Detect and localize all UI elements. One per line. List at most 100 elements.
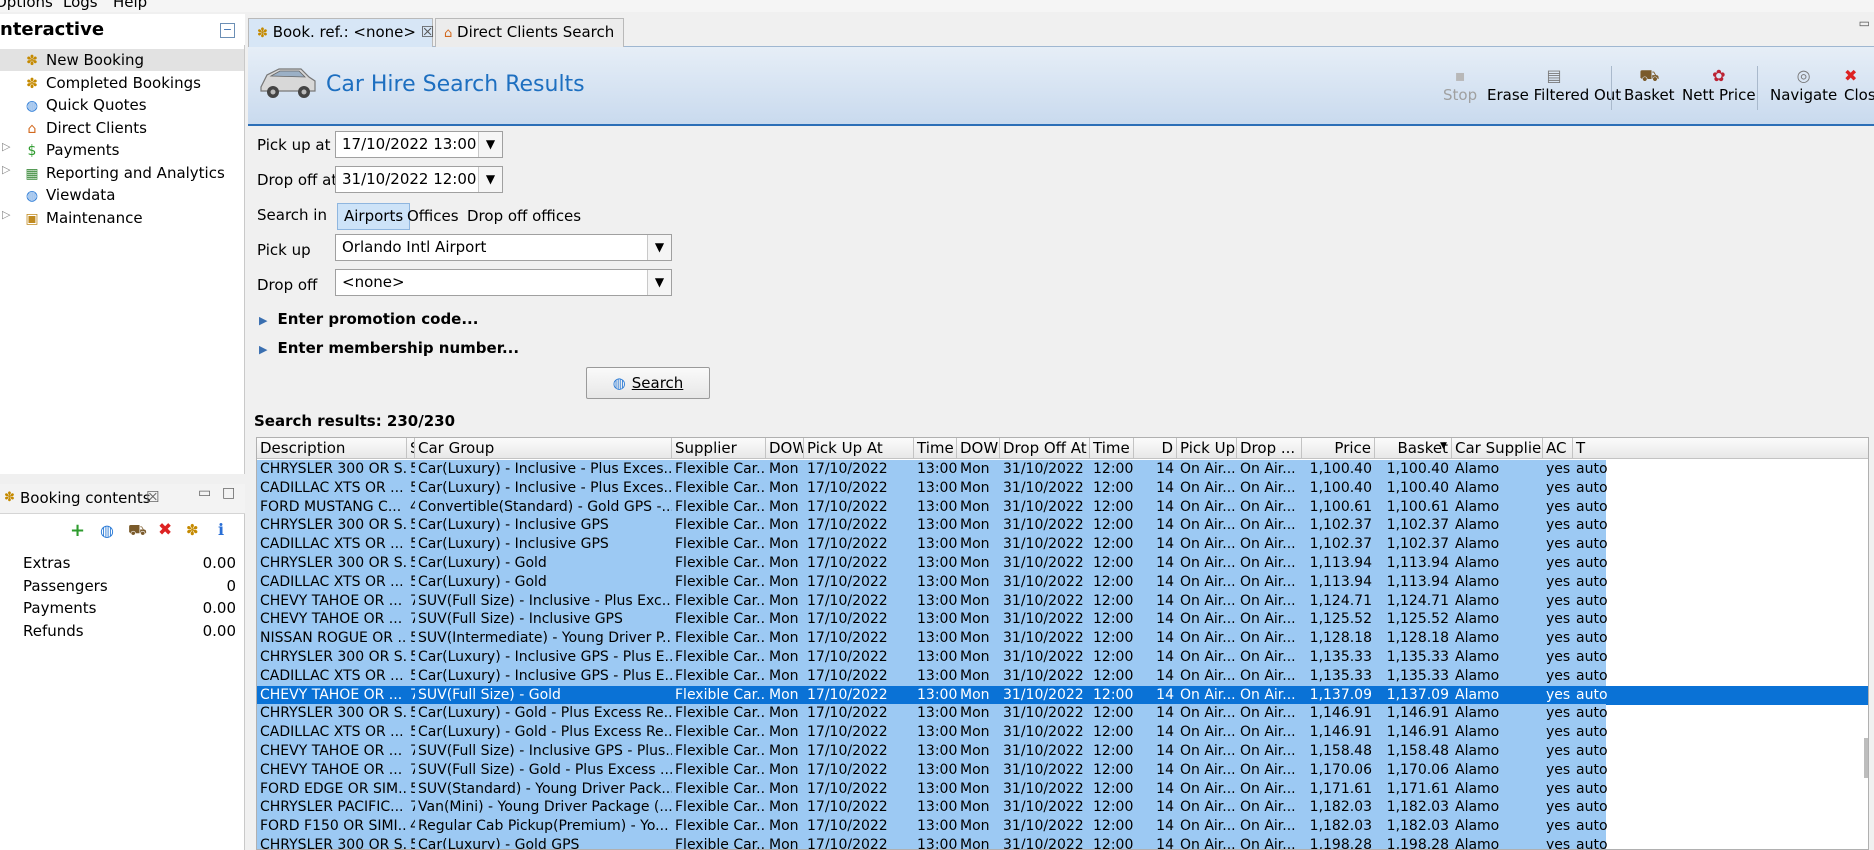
vertical-scrollbar[interactable]	[1864, 738, 1868, 778]
membership-number-expander[interactable]: ▶ Enter membership number...	[259, 339, 519, 357]
column-header[interactable]: D	[1134, 438, 1177, 459]
expand-arrow-icon[interactable]: ▷	[2, 140, 10, 153]
table-row[interactable]: FORD F150 OR SIMI...4Regular Cab Pickup(…	[257, 817, 1608, 837]
column-header[interactable]: DOW	[957, 438, 1000, 459]
table-cell: 5	[407, 479, 415, 498]
menu-logs[interactable]: Logs	[63, 0, 98, 11]
dropdown-arrow-icon[interactable]: ▼	[647, 235, 671, 260]
table-row[interactable]: FORD MUSTANG C... 4Convertible(Standard) …	[257, 497, 1608, 517]
sidebar-item-quick-quotes[interactable]: ◍ Quick Quotes	[22, 94, 147, 116]
table-cell: 7	[407, 761, 415, 780]
minimize-icon[interactable]: ▭	[1859, 16, 1870, 30]
add-icon[interactable]: +	[70, 520, 85, 541]
search-in-airports[interactable]: Airports	[337, 203, 411, 230]
sidebar-item-direct-clients[interactable]: ⌂ Direct Clients	[22, 117, 147, 139]
pickup-location-select[interactable]: Orlando Intl Airport ▼	[335, 234, 672, 261]
column-header[interactable]: T	[1573, 438, 1608, 459]
dropdown-arrow-icon[interactable]: ▼	[478, 132, 502, 157]
table-row[interactable]: CHEVY TAHOE OR ...7SUV(Full Size) - Incl…	[257, 742, 1608, 761]
column-header[interactable]: Car Group	[415, 438, 672, 459]
table-row[interactable]: CHEVY TAHOE OR ...7SUV(Full Size) - Incl…	[257, 610, 1608, 630]
table-cell: 7	[407, 610, 415, 629]
tab-booking[interactable]: ✽ Book. ref.: <none> ☒	[248, 18, 434, 47]
table-row[interactable]: CADILLAC XTS OR ...5Car(Luxury) - Inclus…	[257, 478, 1608, 498]
table-cell: 1,198.28	[1386, 837, 1449, 850]
table-row[interactable]: CHEVY TAHOE OR ...7SUV(Full Size) - Gold…	[257, 685, 1868, 705]
basket-button[interactable]: ⛟ Basket	[1624, 66, 1675, 104]
table-row[interactable]: CHRYSLER 300 OR S...5Car(Luxury) - Inclu…	[257, 648, 1608, 667]
basket-icon[interactable]: ⛟	[128, 521, 147, 541]
sidebar-item-maintenance[interactable]: ▣ Maintenance	[22, 207, 142, 229]
table-row[interactable]: CADILLAC XTS OR ...5Car(Luxury) - Inclus…	[257, 535, 1608, 555]
promotion-code-expander[interactable]: ▶ Enter promotion code...	[259, 310, 478, 328]
erase-filtered-out-label: Erase Filtered Out	[1487, 86, 1622, 104]
table-cell: CHEVY TAHOE OR ...	[260, 743, 403, 759]
column-header[interactable]: Description	[257, 438, 407, 459]
table-cell: On Air...	[1180, 686, 1236, 703]
sidebar-item-completed-bookings[interactable]: ✽ Completed Bookings	[22, 72, 201, 94]
table-row[interactable]: CADILLAC XTS OR ...5Car(Luxury) - Inclus…	[257, 666, 1608, 686]
table-row[interactable]: CADILLAC XTS OR ...5Car(Luxury) - Gold Fl…	[257, 572, 1608, 592]
table-row[interactable]: CHRYSLER 300 OR S...5Car(Luxury) - Gold …	[257, 836, 1608, 850]
palm-tree-icon[interactable]: ✽	[186, 521, 199, 539]
table-row[interactable]: CHRYSLER 300 OR S...5Car(Luxury) - Inclu…	[257, 516, 1608, 536]
table-cell: Flexible Car...	[675, 837, 766, 850]
table-row[interactable]: CADILLAC XTS OR ...5Car(Luxury) - Gold -…	[257, 723, 1608, 743]
table-row[interactable]: CHRYSLER 300 OR S...5Car(Luxury) - Gold F…	[257, 554, 1608, 573]
column-header[interactable]: Car Supplier	[1452, 438, 1543, 459]
dropoff-location-select[interactable]: <none> ▼	[335, 269, 672, 296]
table-row[interactable]: CHEVY TAHOE OR ...7SUV(Full Size) - Gold…	[257, 760, 1608, 780]
sidebar-item-viewdata[interactable]: ◍ Viewdata	[22, 184, 116, 206]
column-header[interactable]: Drop Off At	[1000, 438, 1090, 459]
erase-filtered-out-button[interactable]: ▤ Erase Filtered Out	[1487, 66, 1621, 104]
table-row[interactable]: NISSAN ROGUE OR ...5SUV(Intermediate) - …	[257, 629, 1608, 649]
table-cell: yes	[1546, 818, 1571, 835]
maximize-icon[interactable]: □	[222, 485, 235, 501]
sidebar-item-payments[interactable]: $ Payments	[22, 139, 120, 161]
table-row[interactable]: FORD EDGE OR SIM...5SUV(Standard) - Youn…	[257, 779, 1608, 799]
table-cell: On Air...	[1240, 761, 1296, 778]
menu-help[interactable]: Help	[113, 0, 147, 11]
dropdown-arrow-icon[interactable]: ▼	[647, 270, 671, 295]
table-cell: 17/10/2022	[807, 555, 888, 571]
column-header[interactable]: Pick Up At	[804, 438, 914, 459]
close-icon[interactable]: ☒	[146, 488, 159, 506]
table-row[interactable]: CHRYSLER PACIFIC...7Van(Mini) - Young Dr…	[257, 798, 1608, 818]
column-header[interactable]: AC	[1543, 438, 1573, 459]
info-icon[interactable]: i	[218, 520, 224, 539]
dropoff-at-datetime[interactable]: 31/10/2022 12:00 ▼	[335, 166, 503, 193]
tab-direct-clients-search[interactable]: ⌂ Direct Clients Search	[435, 18, 624, 47]
minimize-icon[interactable]: ▭	[198, 485, 211, 501]
column-header[interactable]: S	[407, 438, 415, 459]
search-button[interactable]: ◍ Search	[586, 367, 710, 399]
column-header[interactable]: Price	[1302, 438, 1375, 459]
table-cell: 14	[1156, 573, 1174, 590]
table-row[interactable]: CHRYSLER 300 OR S...5Car(Luxury) - Inclu…	[257, 460, 1608, 479]
collapse-icon[interactable]: −	[220, 23, 235, 38]
globe-icon[interactable]: ◍	[100, 521, 114, 540]
close-icon[interactable]: ☒	[421, 23, 434, 41]
column-header[interactable]: Supplier	[672, 438, 766, 459]
stop-button[interactable]: ▪ Stop	[1443, 66, 1477, 104]
column-header[interactable]: Drop ...	[1237, 438, 1302, 459]
delete-icon[interactable]: ✖	[158, 520, 172, 540]
column-header[interactable]: Time	[1090, 438, 1134, 459]
menu-options[interactable]: Options	[0, 0, 53, 11]
table-row[interactable]: CHRYSLER 300 OR S...5Car(Luxury) - Gold …	[257, 704, 1608, 724]
dropdown-arrow-icon[interactable]: ▼	[478, 167, 502, 192]
expand-arrow-icon[interactable]: ▷	[2, 163, 10, 176]
sidebar-item-reporting-and-analytics[interactable]: ▦ Reporting and Analytics	[22, 162, 224, 184]
close-button[interactable]: ✖ Clos	[1844, 66, 1874, 104]
search-in-dropoff-offices[interactable]: Drop off offices	[461, 203, 587, 230]
pickup-at-datetime[interactable]: 17/10/2022 13:00 ▼	[335, 131, 503, 158]
column-header[interactable]: DOW	[766, 438, 804, 459]
column-header[interactable]: Pick Up	[1177, 438, 1237, 459]
search-in-offices[interactable]: Offices	[401, 203, 465, 230]
nett-price-button[interactable]: ✿ Nett Price	[1682, 66, 1756, 104]
expand-arrow-icon[interactable]: ▷	[2, 208, 10, 221]
column-header[interactable]: Time	[914, 438, 957, 459]
table-row[interactable]: CHEVY TAHOE OR ...7SUV(Full Size) - Incl…	[257, 591, 1608, 611]
navigate-icon: ◎	[1796, 66, 1811, 85]
navigate-button[interactable]: ◎ Navigate	[1770, 66, 1837, 104]
sidebar-item-new-booking[interactable]: ✽ New Booking	[0, 49, 244, 71]
